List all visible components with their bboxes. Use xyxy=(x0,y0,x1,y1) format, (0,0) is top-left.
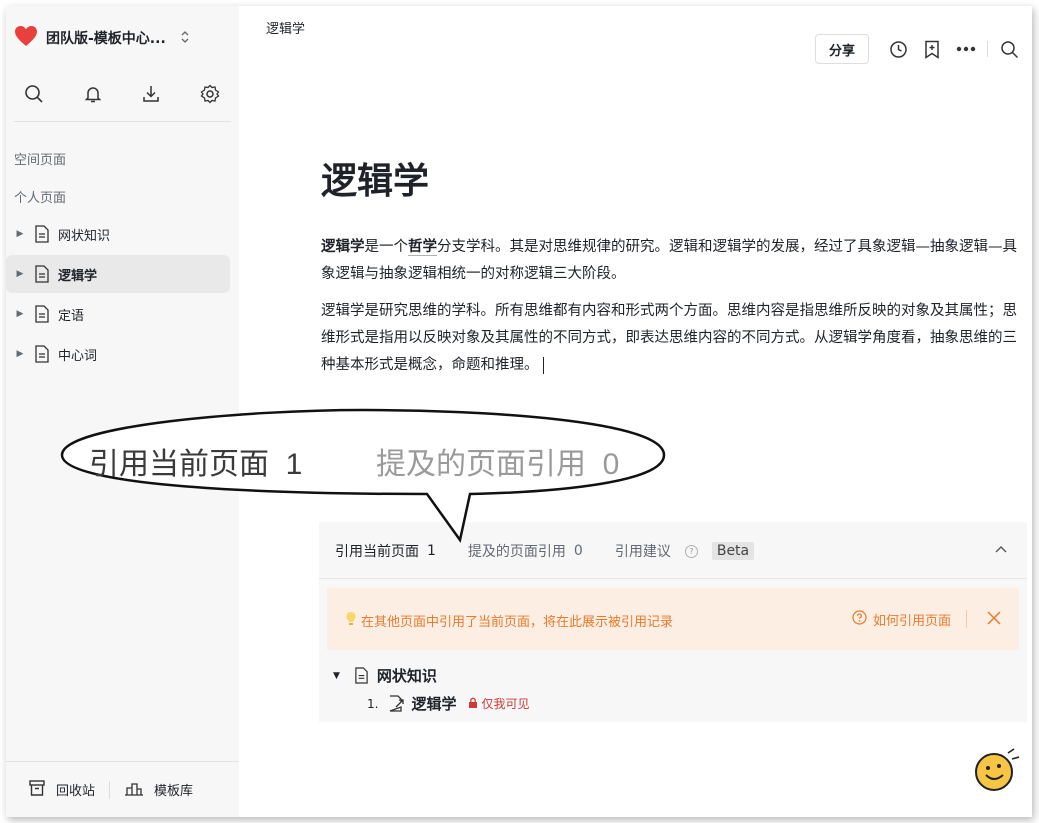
question-circle-icon xyxy=(852,610,867,629)
history-icon[interactable] xyxy=(881,35,915,63)
toolbar-separator xyxy=(987,41,988,57)
template-icon xyxy=(124,779,144,801)
callout-a-count: 1 xyxy=(285,448,303,481)
sidebar-divider xyxy=(14,121,231,122)
caret-right-icon[interactable]: ▶ xyxy=(10,309,30,319)
privacy-label: 仅我可见 xyxy=(481,697,530,711)
p2-text: 逻辑学是研究思维的学科。所有思维都有内容和形式两个方面。思维内容是指思维所反映的… xyxy=(321,303,1017,373)
tab-count: 0 xyxy=(573,543,583,559)
text-cursor xyxy=(542,356,544,374)
philosophy-link[interactable]: 哲学 xyxy=(408,239,437,256)
close-icon[interactable] xyxy=(987,606,1001,630)
bookmark-add-icon[interactable] xyxy=(915,35,949,63)
notice-text-wrap: 在其他页面中引用了当前页面，将在此展示被引用记录 xyxy=(345,611,673,630)
tab-backlinks[interactable]: 引用当前页面 1 xyxy=(335,541,436,561)
workspace-name: 团队版-模板中心... xyxy=(46,31,166,47)
tab-label: 引用当前页面 xyxy=(335,544,419,560)
help-icon[interactable]: ? xyxy=(684,544,698,558)
sidebar-item-label: 逻辑学 xyxy=(58,268,98,284)
sidebar-item-label: 中心词 xyxy=(58,348,98,364)
caret-right-icon[interactable]: ▶ xyxy=(10,349,30,359)
lock-icon xyxy=(468,697,478,711)
trash-icon xyxy=(28,779,46,801)
caret-right-icon[interactable]: ▶ xyxy=(10,269,30,279)
template-label: 模板库 xyxy=(154,784,194,799)
tab-count: 1 xyxy=(427,543,436,559)
document-icon xyxy=(34,265,50,283)
section-personal-pages[interactable]: 个人页面 xyxy=(14,187,66,206)
tab-label: 提及的页面引用 xyxy=(467,544,566,560)
notice-text: 在其他页面中引用了当前页面，将在此展示被引用记录 xyxy=(361,615,674,630)
callout-backlinks-label: 引用当前页面 1 xyxy=(89,439,302,483)
tab-label: 引用建议 xyxy=(614,544,671,560)
backlinks-panel: 引用当前页面 1 提及的页面引用 0 引用建议 ? Beta 在其他页面中引用了… xyxy=(319,522,1027,722)
sidebar: 团队版-模板中心... 空间页面 个人页面 ▶ 网状知识 ▶ 逻辑学 ▶ 定语 … xyxy=(6,6,239,817)
p1-text: 是一个 xyxy=(364,239,409,255)
sidebar-item-label: 网状知识 xyxy=(58,228,111,244)
bulb-icon xyxy=(345,611,357,630)
paragraph-2[interactable]: 逻辑学是研究思维的学科。所有思维都有内容和形式两个方面。思维内容是指思维所反映的… xyxy=(321,298,1027,379)
download-icon[interactable] xyxy=(139,82,163,106)
sidebar-toolbar xyxy=(22,82,222,106)
main-content: 逻辑学 分享 逻辑学 逻辑学是一个哲学分支学科。其是对思维规律的研究。逻辑和逻辑… xyxy=(239,6,1032,817)
tab-suggestions[interactable]: 引用建议 ? Beta xyxy=(614,541,755,561)
backlink-group[interactable]: ▼ 网状知识 xyxy=(333,665,437,686)
document-link-icon xyxy=(388,695,405,712)
sidebar-item-label: 定语 xyxy=(58,308,85,324)
privacy-badge: 仅我可见 xyxy=(468,695,529,712)
notice-separator xyxy=(966,610,967,628)
bell-icon[interactable] xyxy=(81,82,105,106)
footer-separator xyxy=(109,780,111,799)
ref-number: 1. xyxy=(367,696,379,711)
callout-a-text: 引用当前页面 xyxy=(89,448,269,481)
chevron-updown-icon xyxy=(180,30,190,47)
heart-icon xyxy=(14,25,38,51)
tab-mentions[interactable]: 提及的页面引用 0 xyxy=(468,541,583,561)
term-bold: 逻辑学 xyxy=(321,239,365,255)
how-to-reference-link[interactable]: 如何引用页面 xyxy=(852,610,951,629)
caret-down-icon[interactable]: ▼ xyxy=(333,671,340,681)
search-icon[interactable] xyxy=(22,82,46,106)
section-space-pages[interactable]: 空间页面 xyxy=(14,149,66,168)
caret-right-icon[interactable]: ▶ xyxy=(10,229,30,239)
document-icon xyxy=(354,667,369,684)
top-toolbar: 分享 xyxy=(814,34,1032,64)
callout-mentions-label: 提及的页面引用 0 xyxy=(376,439,619,483)
ref-title: 逻辑学 xyxy=(411,695,457,713)
more-icon[interactable] xyxy=(949,35,983,63)
search-icon[interactable] xyxy=(992,35,1026,63)
page-title[interactable]: 逻辑学 xyxy=(321,152,429,204)
sidebar-footer: 回收站 模板库 xyxy=(6,761,239,817)
document-icon xyxy=(34,225,50,243)
group-title: 网状知识 xyxy=(376,667,437,685)
panel-divider xyxy=(319,578,1027,579)
workspace-switcher[interactable]: 团队版-模板中心... xyxy=(14,24,190,52)
assistant-mascot-icon[interactable] xyxy=(972,747,1022,797)
chevron-up-icon[interactable] xyxy=(995,542,1007,556)
gear-icon[interactable] xyxy=(198,82,222,106)
app-window: 团队版-模板中心... 空间页面 个人页面 ▶ 网状知识 ▶ 逻辑学 ▶ 定语 … xyxy=(6,6,1032,817)
notice-help-label: 如何引用页面 xyxy=(872,614,951,629)
beta-badge: Beta xyxy=(711,542,755,560)
sidebar-item-attributive[interactable]: ▶ 定语 xyxy=(6,295,230,333)
paragraph-1[interactable]: 逻辑学是一个哲学分支学科。其是对思维规律的研究。逻辑和逻辑学的发展，经过了具象逻… xyxy=(321,234,1027,288)
callout-b-count: 0 xyxy=(602,448,620,481)
share-button[interactable]: 分享 xyxy=(814,34,869,64)
backlink-notice: 在其他页面中引用了当前页面，将在此展示被引用记录 如何引用页面 xyxy=(327,588,1019,650)
trash-button[interactable]: 回收站 xyxy=(28,779,95,801)
template-library-button[interactable]: 模板库 xyxy=(124,779,193,801)
document-icon xyxy=(34,305,50,323)
backlinks-tabs: 引用当前页面 1 提及的页面引用 0 引用建议 ? Beta xyxy=(335,541,786,561)
sidebar-item-head-word[interactable]: ▶ 中心词 xyxy=(6,335,230,373)
backlink-row[interactable]: 1. 逻辑学 仅我可见 xyxy=(367,693,529,714)
trash-label: 回收站 xyxy=(56,784,96,799)
sidebar-item-network-knowledge[interactable]: ▶ 网状知识 xyxy=(6,215,230,253)
sidebar-item-logic[interactable]: ▶ 逻辑学 xyxy=(6,255,230,293)
callout-b-text: 提及的页面引用 xyxy=(376,448,586,481)
breadcrumb[interactable]: 逻辑学 xyxy=(266,18,305,37)
document-icon xyxy=(34,345,50,363)
